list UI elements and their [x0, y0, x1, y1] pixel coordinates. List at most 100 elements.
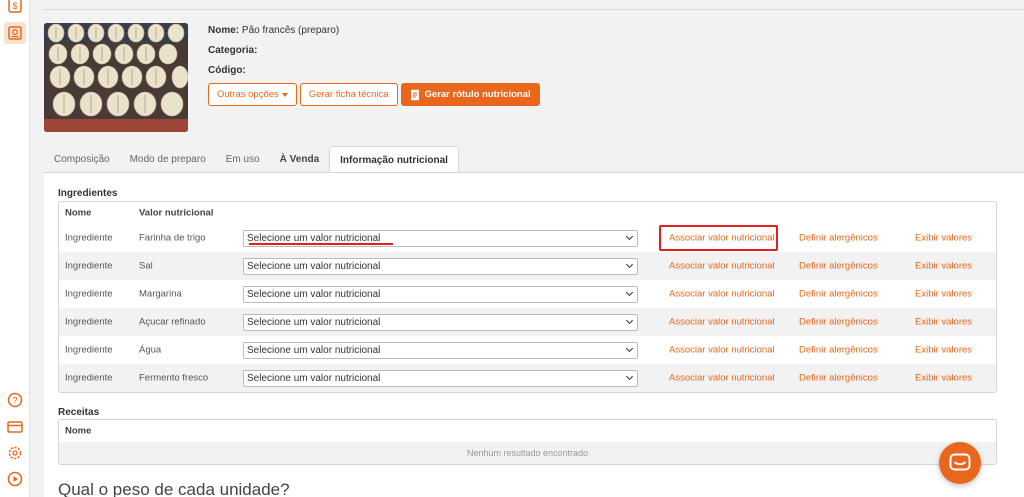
recipes-table: Nome Nenhum resultado encontrado [58, 419, 997, 465]
gear-icon[interactable] [6, 444, 24, 462]
ingredients-title: Ingredientes [58, 188, 118, 199]
table-row: Ingrediente Fermento fresco Selecione um… [59, 364, 996, 392]
table-row: Ingrediente Açucar refinado Selecione um… [59, 308, 996, 336]
play-icon[interactable] [6, 470, 24, 488]
nutrition-select[interactable]: Selecione um valor nutricional [243, 342, 638, 359]
nutrition-panel: Ingredientes Nome Valor nutricional Ingr… [44, 172, 1024, 497]
select-value: Selecione um valor nutricional [247, 261, 381, 272]
row-type: Ingrediente [65, 372, 113, 384]
help-icon[interactable]: ? [6, 391, 24, 409]
col-recipe-name: Nome [65, 425, 92, 437]
nutrition-select[interactable]: Selecione um valor nutricional [243, 286, 638, 303]
row-ingredient-name: Açucar refinado [139, 316, 206, 328]
nutrition-label-button[interactable]: Gerar rótulo nutricional [400, 83, 540, 106]
recipe-icon[interactable] [4, 22, 26, 44]
define-allergens-link[interactable]: Definir alergênicos [799, 317, 878, 328]
chevron-down-icon [625, 232, 634, 241]
associate-nutrition-link[interactable]: Associar valor nutricional [669, 373, 775, 384]
tab-nutrition-info[interactable]: Informação nutricional [329, 146, 459, 173]
product-photo [44, 23, 188, 132]
svg-text:?: ? [12, 396, 17, 406]
row-type: Ingrediente [65, 344, 113, 356]
annotation-highlight-box [659, 225, 778, 251]
chevron-down-icon [625, 316, 634, 325]
ingredients-table-header: Nome Valor nutricional [59, 202, 996, 224]
define-allergens-link[interactable]: Definir alergênicos [799, 373, 878, 384]
show-values-link[interactable]: Exibir valores [915, 345, 972, 356]
table-row: Ingrediente Farinha de trigo Selecione u… [59, 224, 996, 252]
select-value: Selecione um valor nutricional [247, 345, 381, 356]
svg-text:$: $ [12, 1, 17, 11]
caret-down-icon [281, 92, 288, 97]
row-ingredient-name: Farinha de trigo [139, 232, 206, 244]
empty-state: Nenhum resultado encontrado [59, 442, 996, 464]
select-value: Selecione um valor nutricional [247, 289, 381, 300]
name-value: Pão francês (preparo) [241, 25, 340, 36]
divider [44, 9, 1024, 10]
other-options-button[interactable]: Outras opções [208, 83, 297, 106]
table-row: Ingrediente Água Selecione um valor nutr… [59, 336, 996, 364]
nutrition-label-text: Gerar rótulo nutricional [424, 89, 531, 100]
chevron-down-icon [625, 260, 634, 269]
row-ingredient-name: Sal [139, 260, 153, 272]
tech-sheet-button[interactable]: Gerar ficha técnica [299, 83, 398, 106]
tab-in-use[interactable]: Em uso [216, 146, 270, 173]
ingredients-table: Nome Valor nutricional Ingrediente Farin… [58, 201, 997, 393]
chat-button[interactable] [939, 442, 981, 484]
row-type: Ingrediente [65, 316, 113, 328]
product-info: Nome: Pão francês (preparo) Categoria: C… [208, 25, 339, 85]
col-name: Nome [65, 207, 92, 219]
code-label: Código: [208, 65, 246, 76]
row-type: Ingrediente [65, 260, 113, 272]
show-values-link[interactable]: Exibir valores [915, 233, 972, 244]
chevron-down-icon [625, 372, 634, 381]
associate-nutrition-link[interactable]: Associar valor nutricional [669, 261, 775, 272]
select-value: Selecione um valor nutricional [247, 317, 381, 328]
chat-icon [949, 453, 971, 471]
product-category-row: Categoria: [208, 45, 339, 65]
unit-weight-heading: Qual o peso de cada unidade? [58, 480, 290, 497]
associate-nutrition-link[interactable]: Associar valor nutricional [669, 345, 775, 356]
tab-for-sale[interactable]: À Venda [270, 146, 329, 173]
nutrition-select[interactable]: Selecione um valor nutricional [243, 258, 638, 275]
show-values-link[interactable]: Exibir valores [915, 289, 972, 300]
define-allergens-link[interactable]: Definir alergênicos [799, 233, 878, 244]
other-options-label: Outras opções [217, 89, 279, 100]
row-type: Ingrediente [65, 288, 113, 300]
chevron-down-icon [625, 344, 634, 353]
tech-sheet-label: Gerar ficha técnica [308, 89, 389, 100]
show-values-link[interactable]: Exibir valores [915, 317, 972, 328]
row-ingredient-name: Água [139, 344, 162, 356]
card-icon[interactable] [6, 418, 24, 436]
row-ingredient-name: Margarina [139, 288, 182, 300]
action-buttons: Outras opções Gerar ficha técnica Gerar … [208, 83, 540, 106]
main-content: Nome: Pão francês (preparo) Categoria: C… [30, 0, 1024, 497]
table-row: Ingrediente Margarina Selecione um valor… [59, 280, 996, 308]
finance-icon[interactable]: $ [6, 0, 24, 14]
show-values-link[interactable]: Exibir valores [915, 261, 972, 272]
name-label: Nome: [208, 25, 240, 36]
define-allergens-link[interactable]: Definir alergênicos [799, 261, 878, 272]
category-label: Categoria: [208, 45, 258, 56]
annotation-underline [249, 243, 393, 245]
recipes-table-header: Nome [59, 420, 996, 442]
define-allergens-link[interactable]: Definir alergênicos [799, 289, 878, 300]
sidebar: $ ? [0, 0, 30, 497]
table-row: Ingrediente Sal Selecione um valor nutri… [59, 252, 996, 280]
col-nutrition: Valor nutricional [139, 207, 214, 219]
show-values-link[interactable]: Exibir valores [915, 373, 972, 384]
tab-composition[interactable]: Composição [44, 146, 120, 173]
document-icon [410, 89, 419, 100]
row-ingredient-name: Fermento fresco [139, 372, 209, 384]
product-name-row: Nome: Pão francês (preparo) [208, 25, 339, 45]
define-allergens-link[interactable]: Definir alergênicos [799, 345, 878, 356]
associate-nutrition-link[interactable]: Associar valor nutricional [669, 317, 775, 328]
nutrition-select[interactable]: Selecione um valor nutricional [243, 314, 638, 331]
row-type: Ingrediente [65, 232, 113, 244]
tab-preparation[interactable]: Modo de preparo [120, 146, 216, 173]
nutrition-select[interactable]: Selecione um valor nutricional [243, 370, 638, 387]
tab-bar: Composição Modo de preparo Em uso À Vend… [44, 146, 459, 173]
associate-nutrition-link[interactable]: Associar valor nutricional [669, 289, 775, 300]
product-code-row: Código: [208, 65, 339, 85]
recipes-title: Receitas [58, 407, 100, 418]
